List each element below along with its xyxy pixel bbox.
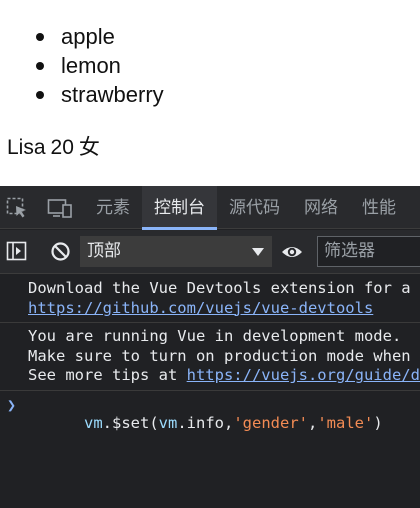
list-item: apple — [35, 22, 164, 51]
vue-guide-link[interactable]: https://vuejs.org/guide/deployment.html — [187, 366, 420, 384]
vue-devtools-link[interactable]: https://github.com/vuejs/vue-devtools — [28, 299, 373, 317]
clear-console-icon[interactable] — [50, 241, 71, 263]
tab-network[interactable]: 网络 — [292, 186, 350, 229]
person-age: 20 — [50, 136, 74, 159]
bullet-icon — [36, 62, 44, 70]
context-select-value: 顶部 — [87, 241, 121, 261]
fruit-list: apple lemon strawberry — [35, 22, 164, 109]
prompt-chevron-icon: ❯ — [7, 395, 17, 414]
console-message-dev-mode: You are running Vue in development mode.… — [0, 323, 420, 391]
devtools-panel: 元素 控制台 源代码 网络 性能 顶部 筛选器 Download the Vue… — [0, 186, 420, 508]
list-item: lemon — [35, 51, 164, 80]
person-info: Lisa 20 女 — [7, 131, 105, 161]
console-message-devtools: Download the Vue Devtools extension for … — [0, 275, 420, 323]
person-name: Lisa — [7, 136, 46, 159]
console-toolbar: 顶部 筛选器 — [0, 230, 420, 274]
device-toolbar-icon[interactable] — [47, 197, 73, 219]
tab-console[interactable]: 控制台 — [142, 186, 217, 230]
person-gender: 女 — [78, 136, 100, 159]
console-input[interactable]: ❯ vm.$set(vm.info,'gender','male') — [0, 391, 420, 458]
eye-icon[interactable] — [281, 242, 303, 264]
bullet-icon — [36, 33, 44, 41]
message-text: Download the Vue Devtools extension for … — [28, 279, 420, 297]
tab-performance[interactable]: 性能 — [350, 186, 408, 229]
message-text: See more tips at — [28, 366, 187, 384]
inspect-element-icon[interactable] — [6, 197, 28, 219]
bullet-icon — [36, 91, 44, 99]
message-text: Make sure to turn on production mode whe… — [28, 346, 420, 365]
devtools-tabbar: 元素 控制台 源代码 网络 性能 — [0, 186, 420, 230]
message-text: You are running Vue in development mode. — [28, 327, 402, 345]
context-select[interactable]: 顶部 — [80, 236, 272, 267]
page-content: apple lemon strawberry Lisa 20 女 — [0, 0, 420, 186]
list-item: strawberry — [35, 80, 164, 109]
tab-sources[interactable]: 源代码 — [217, 186, 292, 229]
devtools-tabs: 元素 控制台 源代码 网络 性能 — [84, 186, 408, 230]
console-output: Download the Vue Devtools extension for … — [0, 275, 420, 457]
sidebar-toggle-icon[interactable] — [6, 240, 28, 262]
filter-input[interactable]: 筛选器 — [317, 236, 420, 267]
chevron-down-icon — [252, 248, 264, 256]
filter-placeholder: 筛选器 — [324, 241, 375, 261]
tab-elements[interactable]: 元素 — [84, 186, 142, 229]
